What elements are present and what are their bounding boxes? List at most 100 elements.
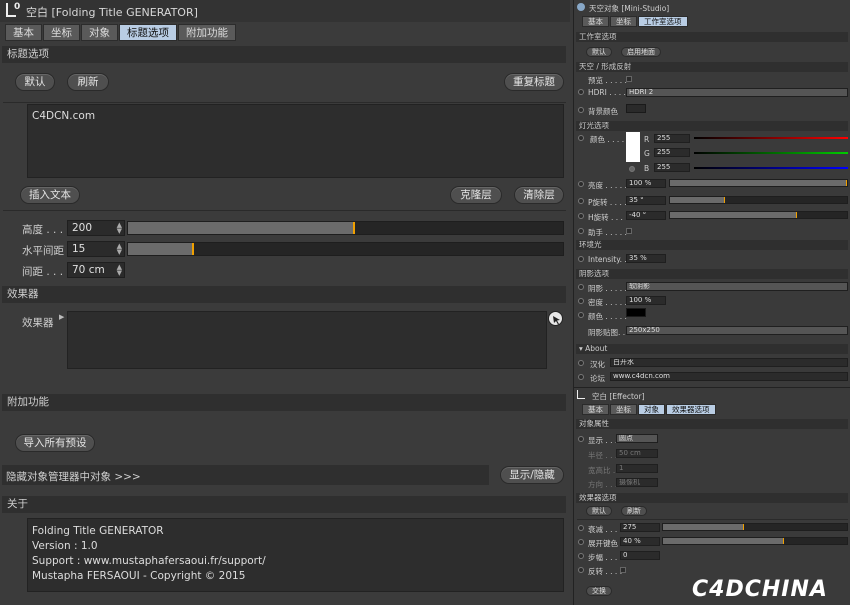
g-slider[interactable] xyxy=(694,152,848,154)
r-field[interactable]: 255 xyxy=(654,134,690,143)
keyframe-dot[interactable] xyxy=(578,228,584,234)
unfold-slider[interactable] xyxy=(662,537,848,545)
keyframe-dot[interactable] xyxy=(578,284,584,290)
b-field[interactable]: 255 xyxy=(654,163,690,172)
spinner-arrows-icon[interactable]: ▲ ▼ xyxy=(117,264,122,277)
slider-knob[interactable] xyxy=(796,212,798,218)
eff-tab-basic[interactable]: 基本 xyxy=(582,404,609,415)
keyframe-dot[interactable] xyxy=(578,298,584,304)
keyframe-dot[interactable] xyxy=(578,374,584,380)
keyframe-dot[interactable] xyxy=(578,107,584,113)
tab-extras[interactable]: 附加功能 xyxy=(178,24,236,41)
tab-title-options[interactable]: 标题选项 xyxy=(119,24,177,41)
effector-list[interactable] xyxy=(67,311,547,369)
slider-knob[interactable] xyxy=(723,197,725,203)
slider-knob[interactable] xyxy=(742,524,744,530)
clone-layer-button[interactable]: 克隆层 xyxy=(450,186,502,204)
keyframe-dot[interactable] xyxy=(578,553,584,559)
p-rot-field[interactable]: 35 ° xyxy=(626,196,666,205)
default-button[interactable]: 默认 xyxy=(15,73,55,91)
brightness-label: 亮度 . . . . . xyxy=(588,181,627,190)
flip-checkbox[interactable] xyxy=(620,567,626,573)
height-slider[interactable] xyxy=(127,221,564,235)
swap-button[interactable]: 交换 xyxy=(586,586,612,596)
refresh-button[interactable]: 刷新 xyxy=(67,73,109,91)
keyframe-dot[interactable] xyxy=(578,525,584,531)
light-color-swatch[interactable] xyxy=(626,132,640,162)
keyframe-dot[interactable] xyxy=(578,567,584,573)
h-spacing-slider[interactable] xyxy=(127,242,564,256)
tab-coord[interactable]: 坐标 xyxy=(43,24,80,41)
spinner-arrows-icon[interactable]: ▲ ▼ xyxy=(117,243,122,256)
eff-refresh-button[interactable]: 刷新 xyxy=(621,506,647,516)
aspect-field[interactable]: 1 xyxy=(616,464,658,473)
keyframe-dot[interactable] xyxy=(578,312,584,318)
eff-tab-coord[interactable]: 坐标 xyxy=(610,404,637,415)
brightness-field[interactable]: 100 % xyxy=(626,179,666,188)
keyframe-dot[interactable] xyxy=(578,213,584,219)
keyframe-dot[interactable] xyxy=(578,198,584,204)
h-rot-field[interactable]: -40 ° xyxy=(626,211,666,220)
spacing-field[interactable]: 70 cm ▲ ▼ xyxy=(67,262,125,278)
clear-layer-button[interactable]: 清除层 xyxy=(514,186,564,204)
brightness-slider[interactable] xyxy=(669,179,848,187)
keyframe-dot[interactable] xyxy=(578,360,584,366)
intensity-field[interactable]: 35 % xyxy=(626,254,666,263)
bg-color-swatch[interactable] xyxy=(626,104,646,113)
unfold-field[interactable]: 40 % xyxy=(620,537,660,546)
tab-object[interactable]: 对象 xyxy=(81,24,118,41)
h-rot-slider[interactable] xyxy=(669,211,848,219)
height-field[interactable]: 200 ▲ ▼ xyxy=(67,220,125,236)
spinner-arrows-icon[interactable]: ▲ ▼ xyxy=(117,222,122,235)
helper-checkbox[interactable] xyxy=(626,228,632,234)
import-presets-button[interactable]: 导入所有预设 xyxy=(15,434,95,452)
step-field[interactable]: 0 xyxy=(620,551,660,560)
keyframe-dot[interactable] xyxy=(578,256,584,262)
slider-knob[interactable] xyxy=(192,243,195,255)
orient-select[interactable]: 摄像机 xyxy=(616,478,658,487)
keyframe-dot[interactable] xyxy=(578,436,584,442)
keyframe-dot[interactable] xyxy=(578,181,584,187)
studio-default-button[interactable]: 默认 xyxy=(586,47,612,57)
shadow-map-select[interactable]: 250x250 xyxy=(626,326,848,335)
eff-tab-effector-options[interactable]: 效果器选项 xyxy=(666,404,716,415)
slider-knob[interactable] xyxy=(846,180,847,186)
eff-tab-object[interactable]: 对象 xyxy=(638,404,665,415)
sky-tab-basic[interactable]: 基本 xyxy=(582,16,609,27)
sky-tab-coord[interactable]: 坐标 xyxy=(610,16,637,27)
shadow-select[interactable]: 软阴影 xyxy=(626,282,848,291)
pick-arrow-icon[interactable] xyxy=(548,311,563,326)
color-label: 颜色 . . . . . xyxy=(590,135,629,144)
forum-field[interactable]: www.c4dcn.com xyxy=(610,372,848,381)
hanhua-field[interactable]: 白开水 xyxy=(610,358,848,367)
expand-arrow-icon[interactable]: ▶ xyxy=(59,313,64,321)
b-label: B xyxy=(644,164,650,173)
keyframe-dot[interactable] xyxy=(578,135,584,141)
eff-default-button[interactable]: 默认 xyxy=(586,506,612,516)
preview-checkbox[interactable] xyxy=(626,76,632,82)
decay-slider[interactable] xyxy=(662,523,848,531)
slider-knob[interactable] xyxy=(783,538,785,544)
keyframe-dot[interactable] xyxy=(578,89,584,95)
h-spacing-field[interactable]: 15 ▲ ▼ xyxy=(67,241,125,257)
shadow-color-swatch[interactable] xyxy=(626,308,646,317)
reset-title-button[interactable]: 重复标题 xyxy=(504,73,564,91)
insert-text-button[interactable]: 插入文本 xyxy=(20,186,80,204)
g-field[interactable]: 255 xyxy=(654,148,690,157)
density-field[interactable]: 100 % xyxy=(626,296,666,305)
display-select[interactable]: 圆点 xyxy=(616,434,658,443)
keyframe-dot[interactable] xyxy=(578,539,584,545)
radius-field[interactable]: 50 cm xyxy=(616,449,658,458)
slider-knob[interactable] xyxy=(353,222,356,234)
enable-floor-button[interactable]: 启用地面 xyxy=(621,47,661,57)
tab-basic[interactable]: 基本 xyxy=(5,24,42,41)
r-slider[interactable] xyxy=(694,137,848,139)
show-hide-button[interactable]: 显示/隐藏 xyxy=(500,466,564,484)
color-picker-icon[interactable] xyxy=(629,166,635,172)
sky-tab-studio[interactable]: 工作室选项 xyxy=(638,16,688,27)
decay-field[interactable]: 275 xyxy=(620,523,660,532)
title-text-input[interactable]: C4DCN.com xyxy=(27,104,564,178)
b-slider[interactable] xyxy=(694,167,848,169)
hdri-select[interactable]: HDRI 2 xyxy=(626,88,848,97)
p-rot-slider[interactable] xyxy=(669,196,848,204)
